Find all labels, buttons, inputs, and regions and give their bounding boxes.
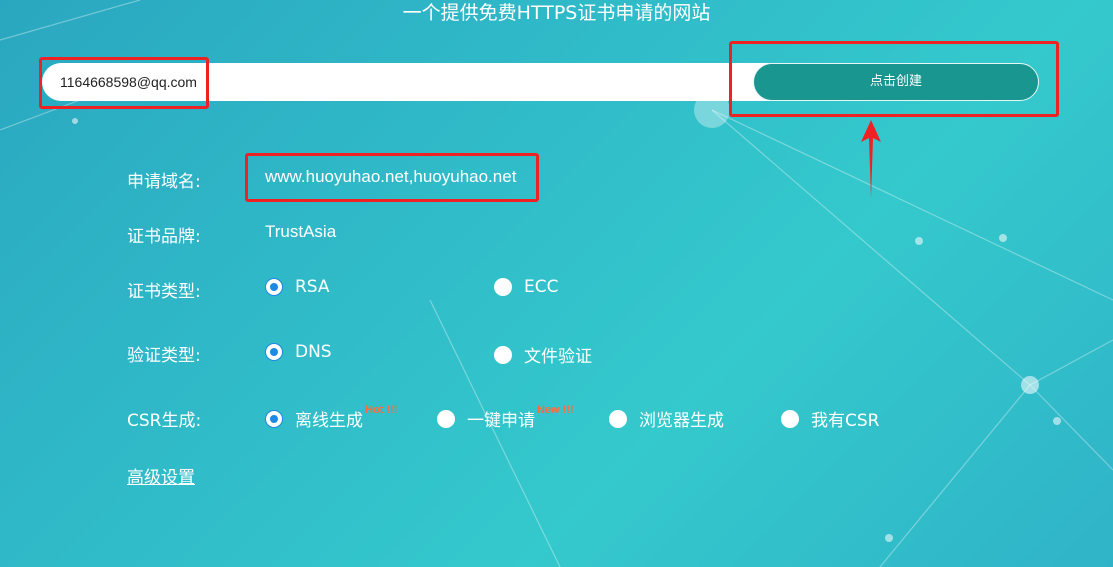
option-label: DNS bbox=[295, 342, 332, 362]
brand-label: 证书品牌: bbox=[127, 227, 201, 247]
option-label: ECC bbox=[524, 277, 559, 297]
csr-option-offline[interactable]: 离线生成 Hot !!! bbox=[265, 403, 398, 431]
annotation-box-create bbox=[729, 41, 1059, 117]
csr-option-one-click[interactable]: 一键申请 New !!! bbox=[437, 403, 574, 431]
radio-checked-icon[interactable] bbox=[265, 278, 283, 296]
radio-checked-icon[interactable] bbox=[265, 343, 283, 361]
option-label: RSA bbox=[295, 277, 330, 297]
option-label: 浏览器生成 bbox=[639, 411, 724, 431]
site-title: 一个提供免费HTTPS证书申请的网站 bbox=[402, 2, 711, 24]
cert-type-label: 证书类型: bbox=[127, 282, 201, 302]
radio-unchecked-icon[interactable] bbox=[609, 409, 627, 428]
radio-checked-icon[interactable] bbox=[265, 409, 283, 428]
radio-unchecked-icon[interactable] bbox=[781, 409, 799, 428]
option-label: 一键申请 bbox=[467, 411, 535, 431]
domain-label: 申请域名: bbox=[127, 172, 201, 192]
verify-type-option-dns[interactable]: DNS bbox=[265, 342, 332, 362]
cert-type-option-ecc[interactable]: ECC bbox=[494, 277, 558, 297]
domain-value: www.huoyuhao.net,huoyuhao.net bbox=[265, 167, 517, 186]
option-label: 我有CSR bbox=[811, 411, 880, 431]
radio-unchecked-icon[interactable] bbox=[494, 345, 512, 364]
csr-option-own[interactable]: 我有CSR bbox=[781, 406, 879, 431]
verify-type-label: 验证类型: bbox=[127, 346, 201, 366]
radio-unchecked-icon[interactable] bbox=[494, 278, 512, 296]
advanced-settings-link[interactable]: 高级设置 bbox=[127, 463, 195, 488]
cert-type-option-rsa[interactable]: RSA bbox=[265, 277, 330, 297]
verify-type-option-file[interactable]: 文件验证 bbox=[494, 342, 592, 367]
annotation-arrow-icon bbox=[861, 120, 881, 198]
hot-badge: Hot !!! bbox=[365, 403, 398, 416]
new-badge: New !!! bbox=[537, 403, 574, 416]
option-label: 文件验证 bbox=[524, 347, 592, 367]
annotation-box-email bbox=[39, 57, 209, 109]
csr-option-browser[interactable]: 浏览器生成 bbox=[609, 406, 724, 431]
brand-value: TrustAsia bbox=[265, 222, 337, 241]
option-label: 离线生成 bbox=[295, 411, 363, 431]
csr-label: CSR生成: bbox=[127, 411, 202, 431]
radio-unchecked-icon[interactable] bbox=[437, 409, 455, 428]
